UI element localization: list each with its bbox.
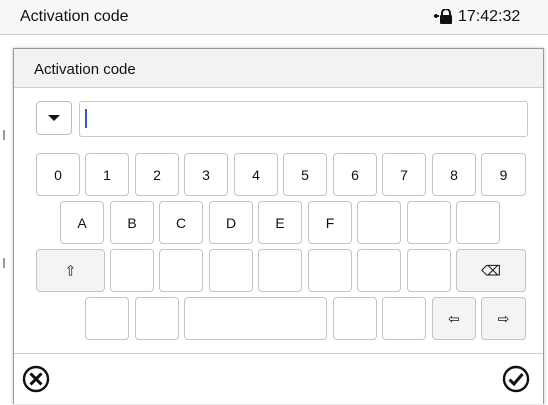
key-a[interactable]: A bbox=[60, 201, 104, 244]
dialog-title: Activation code bbox=[34, 61, 136, 78]
key-blank[interactable] bbox=[333, 297, 377, 340]
clock-time: 17:42:32 bbox=[458, 8, 521, 25]
key-label: 1 bbox=[103, 166, 111, 183]
arrow-right-icon: ⇨ bbox=[497, 310, 510, 326]
key-2[interactable]: 2 bbox=[135, 153, 179, 196]
key-blank[interactable] bbox=[258, 249, 302, 292]
key-4[interactable]: 4 bbox=[234, 153, 278, 196]
key-3[interactable]: 3 bbox=[184, 153, 228, 196]
dialog-header: Activation code bbox=[14, 49, 543, 88]
key-c[interactable]: C bbox=[159, 201, 203, 244]
key-label: F bbox=[325, 214, 335, 231]
activation-code-input[interactable] bbox=[79, 101, 528, 137]
key-blank[interactable] bbox=[135, 297, 179, 340]
key-blank[interactable] bbox=[209, 249, 253, 292]
key-label: B bbox=[127, 214, 137, 231]
key-8[interactable]: 8 bbox=[432, 153, 476, 196]
backspace-icon: ⌫ bbox=[481, 262, 501, 278]
key-label: A bbox=[77, 214, 87, 231]
key-label: 0 bbox=[54, 166, 62, 183]
key-b[interactable]: B bbox=[110, 201, 154, 244]
arrow-left-icon: ⇦ bbox=[448, 310, 460, 326]
cursor-right-key[interactable]: ⇨ bbox=[481, 297, 526, 340]
confirm-icon[interactable] bbox=[501, 364, 531, 394]
key-0[interactable]: 0 bbox=[36, 153, 80, 196]
key-blank[interactable] bbox=[308, 249, 352, 292]
key-6[interactable]: 6 bbox=[333, 153, 377, 196]
key-5[interactable]: 5 bbox=[283, 153, 327, 196]
input-mode-dropdown[interactable] bbox=[36, 101, 72, 135]
caret-down-icon bbox=[48, 115, 60, 121]
text-cursor bbox=[85, 109, 87, 128]
key-d[interactable]: D bbox=[209, 201, 253, 244]
window-title: Activation code bbox=[20, 8, 129, 25]
key-label: 7 bbox=[400, 166, 408, 183]
key-label: C bbox=[175, 214, 187, 231]
key-blank[interactable] bbox=[159, 249, 203, 292]
activation-code-dialog: Activation code 0 1 2 3 4 5 6 7 8 9 A B … bbox=[13, 48, 544, 404]
dialog-footer bbox=[14, 353, 543, 404]
status-bar: Activation code 17:42:32 bbox=[0, 0, 548, 35]
key-blank[interactable] bbox=[357, 201, 401, 244]
cursor-left-key[interactable]: ⇦ bbox=[432, 297, 476, 340]
key-label: 3 bbox=[202, 166, 210, 183]
key-blank[interactable] bbox=[407, 249, 451, 292]
key-label: 6 bbox=[351, 166, 359, 183]
key-label: D bbox=[225, 214, 237, 231]
background-edge bbox=[3, 130, 5, 140]
background-edge bbox=[3, 258, 5, 268]
key-label: 4 bbox=[252, 166, 260, 183]
key-label: 2 bbox=[153, 166, 161, 183]
space-key[interactable] bbox=[184, 297, 327, 340]
shift-icon: ⇧ bbox=[64, 262, 77, 278]
backspace-key[interactable]: ⌫ bbox=[456, 249, 526, 292]
key-label: 9 bbox=[499, 166, 508, 183]
key-blank[interactable] bbox=[382, 297, 426, 340]
key-blank[interactable] bbox=[110, 249, 154, 292]
key-blank[interactable] bbox=[456, 201, 500, 244]
key-1[interactable]: 1 bbox=[85, 153, 129, 196]
shift-key[interactable]: ⇧ bbox=[36, 249, 105, 292]
cancel-icon[interactable] bbox=[21, 364, 51, 394]
key-e[interactable]: E bbox=[258, 201, 302, 244]
lock-icon bbox=[434, 9, 452, 24]
key-blank[interactable] bbox=[357, 249, 401, 292]
key-9[interactable]: 9 bbox=[481, 153, 526, 196]
key-label: 5 bbox=[301, 166, 309, 183]
key-blank[interactable] bbox=[85, 297, 129, 340]
key-label: E bbox=[275, 214, 285, 231]
key-label: 8 bbox=[450, 166, 458, 183]
key-f[interactable]: F bbox=[308, 201, 352, 244]
key-blank[interactable] bbox=[407, 201, 451, 244]
key-7[interactable]: 7 bbox=[382, 153, 426, 196]
